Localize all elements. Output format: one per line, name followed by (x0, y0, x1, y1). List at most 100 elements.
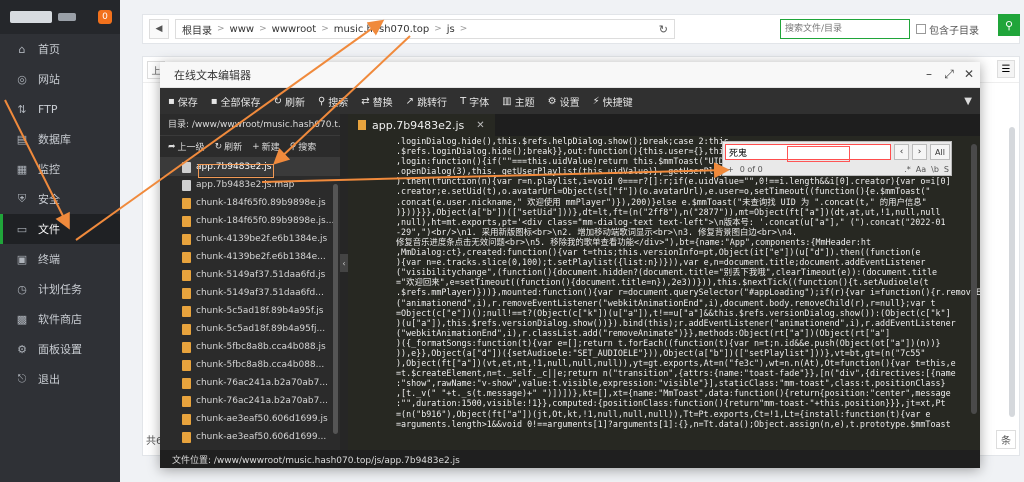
tree-action-label: 刷新 (224, 143, 243, 153)
sidebar-item-2[interactable]: ⇅ FTP (0, 94, 120, 124)
list-scrollbar[interactable] (1009, 127, 1015, 417)
find-option-toggle[interactable]: .* (904, 165, 911, 174)
editor-statusbar: 文件位置: /www/wwwroot/music.hash070.top/js/… (160, 450, 980, 468)
code-line: -29",")<br/>\n1. 采用新版图标<br>\n2. 增加移动端歌词显… (396, 226, 798, 237)
sidebar-item-5[interactable]: ⛨ 安全 (0, 184, 120, 214)
toolbar-button-9[interactable]: ⚡ 快捷键 (593, 94, 633, 109)
tree-file-item[interactable]: chunk-5fbc8a8b.cca4b088.js (160, 338, 340, 356)
sidebar-item-3[interactable]: ▤ 数据库 (0, 124, 120, 154)
tree-action-2[interactable]: + 新建 (252, 140, 280, 154)
breadcrumb-item[interactable]: js (447, 24, 455, 35)
sidebar-item-9[interactable]: ▩ 软件商店 (0, 304, 120, 334)
tree-file-item[interactable]: chunk-5c5ad18f.89b4a95f.js (160, 302, 340, 320)
sidebar-item-6[interactable]: ▭ 文件 (0, 214, 120, 244)
notification-badge[interactable]: 0 (98, 10, 112, 24)
toolbar-button-0[interactable]: ▪ 保存 (168, 94, 198, 109)
breadcrumb-item[interactable]: music.hash070.top (334, 24, 429, 35)
sidebar-item-4[interactable]: ▦ 监控 (0, 154, 120, 184)
tree-action-label: 上一级 (177, 143, 205, 153)
tree-file-item[interactable]: chunk-76ac241a.b2a70ab7... (160, 392, 340, 410)
sidebar-menu: ⌂ 首页 ◎ 网站 ⇅ FTP ▤ 数据库 ▦ 监控 ⛨ 安全 ▭ 文件 ▣ 终端 ◷ 计划任务 ▩ 软件商店 ⚙ 面板设… (0, 34, 120, 394)
toolbar-icon: ⚙ (547, 95, 557, 107)
find-option-toggle[interactable]: S (944, 165, 949, 174)
sidebar-item-label: 计划任务 (38, 283, 82, 296)
toolbar-button-2[interactable]: ↻ 刷新 (274, 94, 305, 109)
file-icon (182, 251, 191, 263)
sidebar-item-0[interactable]: ⌂ 首页 (0, 34, 120, 64)
toolbar-button-8[interactable]: ⚙ 设置 (548, 94, 580, 109)
tab-close-icon[interactable]: ✕ (476, 120, 484, 131)
sidebar-item-11[interactable]: ⎋ 退出 (0, 364, 120, 394)
tree-file-item[interactable]: chunk-4139be2f.e6b1384e... (160, 248, 340, 266)
breadcrumb[interactable]: 根目录 > www > wwwroot > music.hash070.top > js > ↻ (175, 19, 675, 39)
tree-action-1[interactable]: ↻ 刷新 (215, 140, 243, 154)
replace-toggle[interactable]: + (727, 165, 734, 174)
sidebar-item-8[interactable]: ◷ 计划任务 (0, 274, 120, 304)
toolbar-button-6[interactable]: T 字体 (460, 94, 489, 109)
tree-file-item[interactable]: chunk-ae3eaf50.606d1699.js (160, 410, 340, 428)
refresh-icon[interactable]: ↻ (659, 23, 668, 36)
breadcrumb-item[interactable]: 根目录 (182, 22, 212, 37)
tree-action-3[interactable]: ⚲ 搜索 (290, 140, 317, 154)
grid-view-button[interactable]: ☰ (997, 60, 1015, 78)
tree-file-item[interactable]: chunk-ae3eaf50.606d1699... (160, 428, 340, 446)
code-line: 修复音乐进度条点击无效问题<br>\n5. 移除我的歌单查看功能</div>")… (396, 236, 871, 247)
code-line: .creator;e.setUid(t),o.avatarUrl=Object(… (396, 186, 931, 197)
find-prev-button[interactable]: ‹ (894, 144, 909, 160)
tree-file-item[interactable]: chunk-5c5ad18f.89b4a95fj... (160, 320, 340, 338)
sidebar-item-7[interactable]: ▣ 终端 (0, 244, 120, 274)
tree-action-0[interactable]: ➦ 上一级 (168, 140, 205, 154)
tree-file-item[interactable]: chunk-5149af37.51daa6fd.js (160, 266, 340, 284)
breadcrumb-separator: > (217, 24, 225, 34)
tree-file-item[interactable]: chunk-76ac241a.b2a70ab7... (160, 374, 340, 392)
file-icon (182, 323, 191, 335)
code-scrollbar[interactable] (971, 144, 977, 414)
find-option-toggles: .* Aa \b S (899, 165, 949, 174)
tree-file-item[interactable]: chunk-184f65f0.89b9898e.js... (160, 212, 340, 230)
tree-file-item[interactable]: chunk-5149af37.51daa6fd... (160, 284, 340, 302)
editor-tabbar: app.7b9483e2.js ✕ (348, 114, 980, 136)
toolbar-icon: ↻ (273, 95, 282, 107)
file-icon (182, 395, 191, 407)
page-size-select[interactable]: 条 (996, 430, 1016, 449)
find-all-button[interactable]: All (930, 144, 950, 160)
code-line: )}))}}},Object(a["b"])(["setUid"]))},dt=… (396, 206, 941, 217)
include-subdir-checkbox[interactable]: 包含子目录 (916, 22, 979, 37)
file-name: chunk-76ac241a.b2a70ab7... (196, 378, 328, 388)
minimize-icon[interactable]: – (920, 67, 938, 82)
find-option-toggle[interactable]: \b (931, 165, 939, 174)
brand-host (58, 13, 76, 21)
close-icon[interactable]: ✕ (960, 67, 978, 82)
collapse-panel-icon[interactable]: ‹ (340, 254, 348, 272)
maximize-icon[interactable]: ⤢ (940, 67, 958, 82)
chevron-down-icon[interactable]: ▼ (964, 96, 972, 107)
sidebar-item-label: 安全 (38, 193, 60, 206)
toolbar-button-5[interactable]: ↗ 跳转行 (406, 94, 447, 109)
code-text[interactable]: .loginDialog.hide(),this.$refs.helpDialo… (348, 136, 980, 450)
sidebar-item-10[interactable]: ⚙ 面板设置 (0, 334, 120, 364)
file-search-input[interactable] (780, 19, 910, 39)
back-button[interactable]: ◀ (149, 19, 169, 39)
toolbar-button-3[interactable]: ⚲ 搜索 (318, 94, 348, 109)
tree-file-item[interactable]: chunk-5fbc8a8b.cca4b088... (160, 356, 340, 374)
file-name: chunk-5fbc8a8b.cca4b088.js (196, 342, 326, 352)
toolbar-icon: ⚲ (317, 95, 326, 107)
search-button[interactable]: ⚲ (998, 14, 1020, 36)
toolbar-button-7[interactable]: ▥ 主题 (502, 94, 534, 109)
find-next-button[interactable]: › (912, 144, 927, 160)
find-option-toggle[interactable]: Aa (916, 165, 926, 174)
breadcrumb-item[interactable]: wwwroot (272, 24, 317, 35)
tree-scrollbar[interactable] (333, 184, 338, 434)
sidebar-item-1[interactable]: ◎ 网站 (0, 64, 120, 94)
toolbar-button-4[interactable]: ⇄ 替换 (361, 94, 392, 109)
panel-splitter[interactable]: ‹ (340, 114, 348, 450)
toolbar-button-1[interactable]: ▪ 全部保存 (211, 94, 261, 109)
tree-file-item[interactable]: chunk-184f65f0.89b9898e.js (160, 194, 340, 212)
editor-tab[interactable]: app.7b9483e2.js ✕ (348, 114, 495, 136)
tree-file-item[interactable]: app.7b9483e2.js.map (160, 176, 340, 194)
code-line: ("visibilitychange",(function(){document… (396, 267, 938, 278)
tree-file-item[interactable]: chunk-4139be2f.e6b1384e.js (160, 230, 340, 248)
breadcrumb-item[interactable]: www (230, 24, 255, 35)
logout-icon: ⎋ (17, 372, 27, 385)
breadcrumb-separator: > (459, 24, 468, 34)
